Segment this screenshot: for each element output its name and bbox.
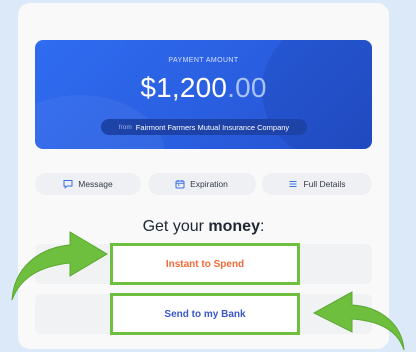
tab-expiration-label: Expiration — [190, 179, 228, 189]
heading-emphasis: money — [208, 218, 260, 235]
tab-expiration[interactable]: Expiration — [147, 173, 256, 195]
payment-amount-banner: PAYMENT AMOUNT $1,200.00 from Fairmont F… — [35, 40, 372, 149]
heading-suffix: : — [259, 218, 265, 235]
from-label: from — [118, 123, 132, 131]
calendar-icon — [175, 179, 185, 189]
amount-main: $1,200 — [140, 72, 228, 103]
payment-amount-label: PAYMENT AMOUNT — [168, 57, 239, 64]
amount-cents: .00 — [227, 72, 267, 103]
message-icon — [63, 179, 73, 189]
tab-full-details[interactable]: Full Details — [262, 173, 372, 195]
tab-full-details-label: Full Details — [303, 179, 346, 189]
heading-prefix: Get your — [142, 218, 209, 235]
payer-company: Fairmont Farmers Mutual Insurance Compan… — [135, 122, 290, 132]
tab-message-label: Message — [78, 179, 113, 189]
payment-amount: $1,200.00 — [35, 72, 372, 104]
send-to-bank-label: Send to my Bank — [164, 308, 246, 320]
instant-to-spend-label: Instant to Spend — [165, 258, 245, 270]
tab-message[interactable]: Message — [35, 173, 141, 195]
instant-to-spend-button[interactable]: Instant to Spend — [110, 243, 300, 285]
payment-card: PAYMENT AMOUNT $1,200.00 from Fairmont F… — [18, 3, 389, 349]
payer-pill: from Fairmont Farmers Mutual Insurance C… — [101, 119, 307, 135]
section-heading: Get your money: — [18, 218, 389, 236]
send-to-bank-button[interactable]: Send to my Bank — [110, 293, 300, 335]
list-icon — [288, 179, 298, 189]
detail-tabs: Message Expiration Full Details — [35, 173, 372, 195]
